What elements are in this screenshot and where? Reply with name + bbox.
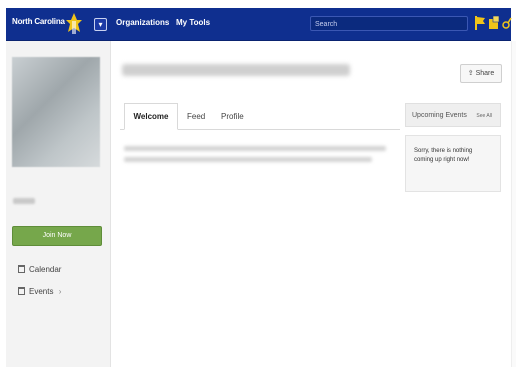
sidebar-item-calendar[interactable]: Calendar [18, 265, 61, 274]
search-input[interactable]: Search [310, 16, 468, 31]
events-empty-message: Sorry, there is nothing coming up right … [405, 135, 501, 192]
nav-organizations[interactable]: Organizations [116, 18, 169, 27]
share-icon: ⇪ [467, 70, 474, 77]
events-header: Upcoming Events See All [405, 103, 501, 127]
blurred-member-count [13, 198, 35, 204]
menu-icon: ▾ [98, 20, 103, 29]
chevron-right-icon: › [58, 287, 62, 296]
welcome-text-line [124, 146, 386, 151]
tab-profile[interactable]: Profile [221, 112, 244, 121]
scrollbar[interactable] [511, 41, 516, 367]
left-sidebar: Join Now Calendar Events › [6, 41, 111, 367]
page-title [122, 64, 350, 76]
welcome-text-line [124, 157, 372, 162]
sidebar-item-events[interactable]: Events › [18, 287, 61, 296]
events-icon [18, 287, 25, 295]
join-now-button[interactable]: Join Now [12, 226, 102, 246]
share-label: Share [475, 70, 495, 77]
share-button[interactable]: ⇪ Share [460, 64, 502, 83]
sidebar-item-label: Events [29, 287, 54, 296]
sidebar-item-label: Calendar [29, 265, 62, 274]
see-all-link[interactable]: See All [476, 104, 492, 128]
settings-icon[interactable] [502, 15, 512, 31]
tab-feed[interactable]: Feed [187, 112, 205, 121]
top-navigation-bar: North Carolina ▾ Organizations My Tools … [6, 8, 512, 41]
flag-icon[interactable] [474, 15, 486, 31]
menu-button[interactable]: ▾ [94, 18, 107, 31]
brand-name[interactable]: North Carolina [12, 17, 65, 26]
upcoming-events-panel: Upcoming Events See All Sorry, there is … [405, 103, 501, 192]
nav-my-tools[interactable]: My Tools [176, 18, 210, 27]
tab-welcome[interactable]: Welcome [124, 103, 178, 130]
organization-avatar [12, 57, 100, 167]
notifications-icon[interactable] [488, 15, 500, 31]
events-title: Upcoming Events [412, 112, 467, 119]
calendar-icon [18, 265, 25, 273]
mascot-icon [66, 13, 82, 34]
